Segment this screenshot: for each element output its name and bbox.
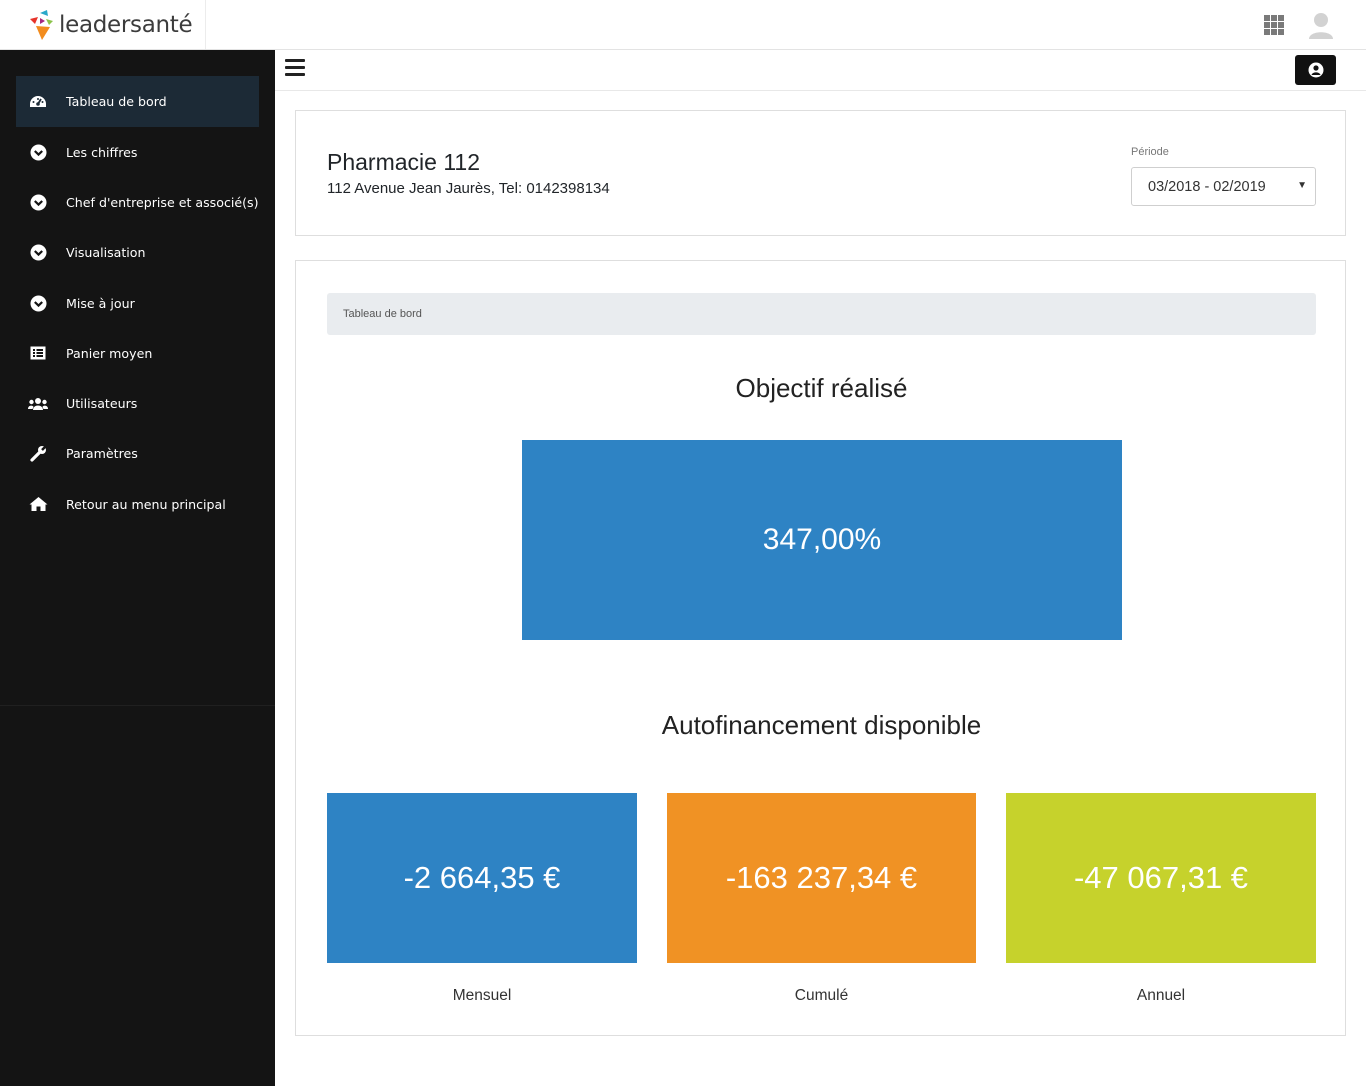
sidebar-item-label: Chef d'entreprise et associé(s) [66,194,259,210]
caret-down-icon: ▼ [1297,180,1307,191]
monthly-caption: Mensuel [452,987,512,1004]
monthly-tile: -2 664,35 € [327,793,637,963]
sidebar-item-label: Mise à jour [66,295,135,311]
sidebar-item-utilisateurs[interactable]: Utilisateurs [16,378,259,428]
user-avatar-icon[interactable] [1308,11,1334,39]
cumulative-tile: -163 237,34 € [667,793,976,963]
brand-logo-mark [30,10,53,40]
brand-name: leadersanté [59,12,193,38]
sidebar-item-mise-a-jour[interactable]: Mise à jour [16,278,259,328]
sidebar-item-label: Paramètres [66,446,138,462]
breadcrumb-item[interactable]: Tableau de bord [343,308,422,320]
pharmacy-address: 112 Avenue Jean Jaurès, Tel: 0142398134 [327,180,610,197]
objective-title: Objectif réalisé [735,373,908,403]
list-icon [28,343,48,363]
user-circle-icon [1308,62,1323,78]
users-icon [28,394,48,414]
sidebar-item-tableau-de-bord[interactable]: Tableau de bord [16,76,259,127]
sidebar-item-label: Tableau de bord [66,94,167,109]
hamburger-menu-icon[interactable] [285,59,305,77]
sidebar: Tableau de bord Les chiffres Chef d'entr… [0,50,275,1086]
user-account-button[interactable] [1295,55,1336,85]
pharmacy-header-card: Pharmacie 112 112 Avenue Jean Jaurès, Te… [295,110,1346,236]
pharmacy-name: Pharmacie 112 [327,149,480,175]
sidebar-item-parametres[interactable]: Paramètres [16,429,259,479]
sidebar-item-visualisation[interactable]: Visualisation [16,228,259,278]
top-bar: leadersanté [0,0,1366,50]
annual-value: -47 067,31 € [1073,860,1249,895]
breadcrumb: Tableau de bord [327,293,1316,335]
objective-value: 347,00% [762,523,882,556]
objective-tile: 347,00% [522,440,1122,640]
autofinancement-title: Autofinancement disponible [661,710,982,740]
chevron-circle-down-icon [28,192,48,212]
chevron-circle-down-icon [28,142,48,162]
sidebar-item-label: Utilisateurs [66,396,138,412]
chevron-circle-down-icon [28,243,48,263]
period-select[interactable]: 03/2018 - 02/2019 ▼ [1131,167,1316,206]
sidebar-item-chef-entreprise[interactable]: Chef d'entreprise et associé(s) [16,177,259,227]
monthly-value: -2 664,35 € [403,860,561,895]
sidebar-menu: Tableau de bord Les chiffres Chef d'entr… [16,76,259,529]
home-icon [28,494,48,514]
dashboard-icon [28,92,48,112]
sidebar-item-label: Visualisation [66,245,146,261]
chevron-circle-down-icon [28,293,48,313]
sidebar-divider [0,705,275,706]
wrench-icon [28,444,48,464]
brand-logo[interactable]: leadersanté [27,8,193,42]
dashboard-card: Tableau de bord Objectif réalisé 347,00%… [295,260,1346,1036]
annual-caption: Annuel [1136,987,1186,1004]
sidebar-item-label: Retour au menu principal [66,496,226,512]
sidebar-item-label: Panier moyen [66,345,153,361]
cumulative-caption: Cumulé [794,987,849,1004]
annual-tile: -47 067,31 € [1006,793,1316,963]
grid-icon[interactable] [1264,15,1284,35]
period-select-value: 03/2018 - 02/2019 [1148,179,1266,195]
sidebar-item-les-chiffres[interactable]: Les chiffres [16,127,259,177]
period-label: Période [1131,146,1169,158]
sidebar-item-label: Les chiffres [66,144,138,160]
content-toolbar [275,50,1366,91]
cumulative-value: -163 237,34 € [725,860,918,895]
sidebar-item-panier-moyen[interactable]: Panier moyen [16,328,259,378]
logo-divider [205,0,206,49]
sidebar-item-retour-menu[interactable]: Retour au menu principal [16,479,259,529]
